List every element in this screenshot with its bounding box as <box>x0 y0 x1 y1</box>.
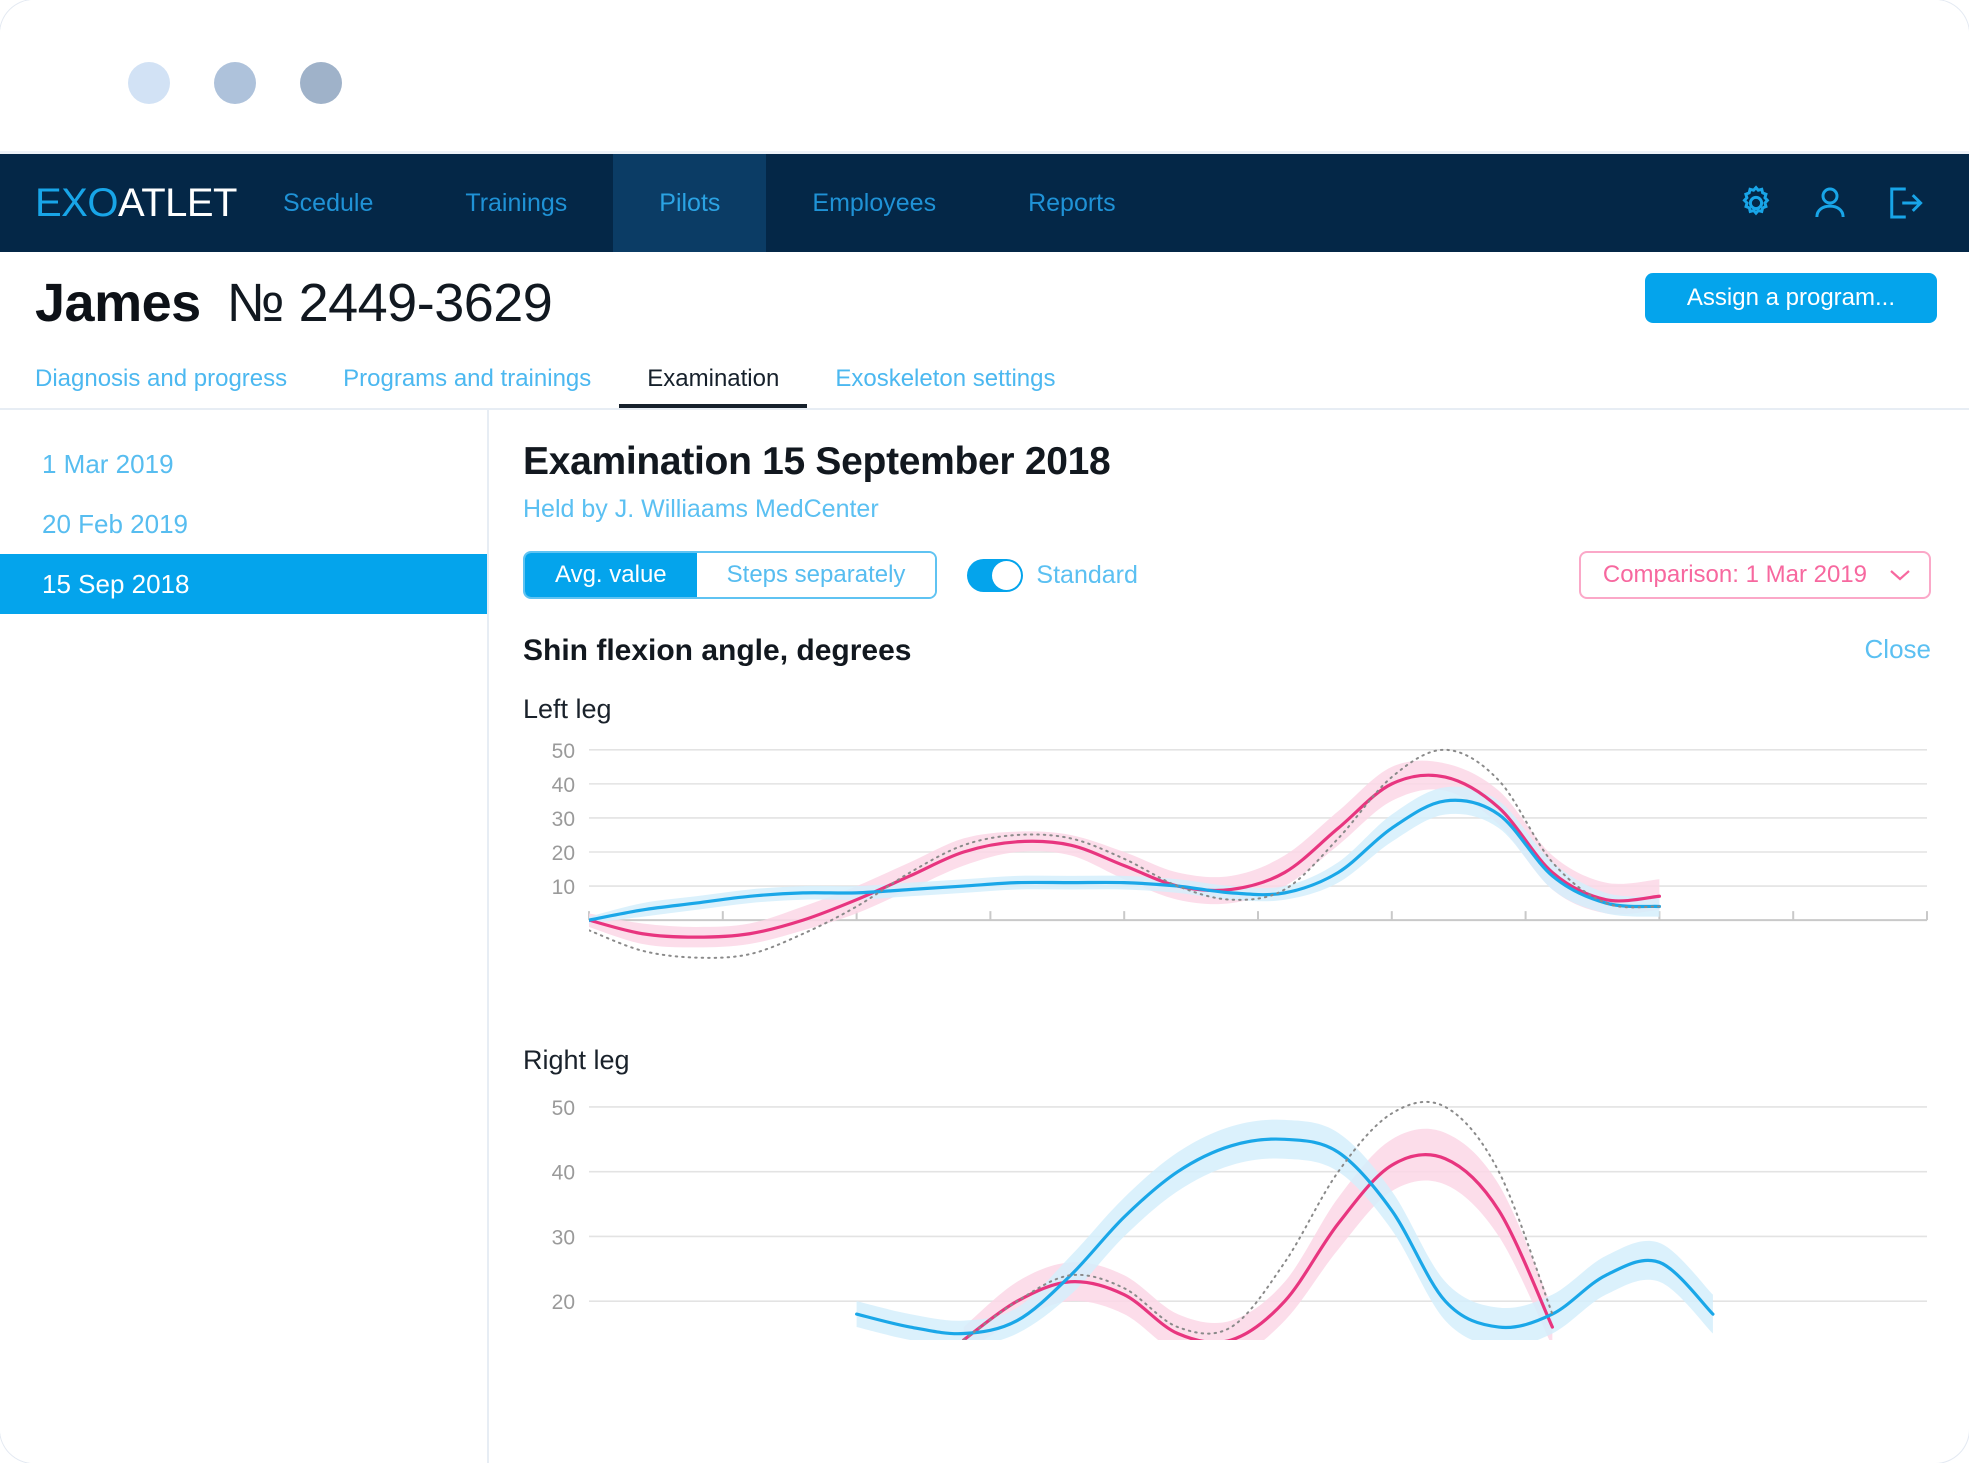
comparison-dropdown[interactable]: Comparison: 1 Mar 2019 <box>1578 551 1931 599</box>
patient-subtabs: Diagnosis and progress Programs and trai… <box>0 353 1969 408</box>
svg-text:20: 20 <box>552 842 575 865</box>
close-chart-link[interactable]: Close <box>1865 634 1931 665</box>
sidebar-item-1-mar-2019[interactable]: 1 Mar 2019 <box>0 434 487 494</box>
svg-text:30: 30 <box>552 1226 575 1249</box>
chart-controls: Avg. value Steps separately Standard Com… <box>523 551 1969 599</box>
logo-exo-text: EXO <box>35 180 118 225</box>
top-navigation-bar: EXO ATLET Scedule Trainings Pilots Employ… <box>0 154 1969 252</box>
nav-items: Scedule Trainings Pilots Employees Repor… <box>237 154 1162 252</box>
nav-item-employees[interactable]: Employees <box>766 154 982 252</box>
patient-header: James № 2449-3629 Assign a program... <box>0 252 1969 353</box>
window-dot-2-icon[interactable] <box>214 62 256 104</box>
svg-text:40: 40 <box>552 774 575 797</box>
svg-text:30: 30 <box>552 808 575 831</box>
standard-toggle-label: Standard <box>1036 560 1138 589</box>
window-dot-1-icon[interactable] <box>128 62 170 104</box>
window-controls <box>128 62 342 104</box>
examination-panel: Examination 15 September 2018 Held by J.… <box>489 410 1969 1463</box>
right-leg-chart-svg: 20 30 40 50 <box>552 1097 1927 1340</box>
examination-title: Examination 15 September 2018 <box>523 440 1111 483</box>
patient-id: № 2449-3629 <box>226 272 553 333</box>
toggle-knob <box>992 560 1022 590</box>
value-mode-segmented-control: Avg. value Steps separately <box>523 551 938 599</box>
chevron-down-icon <box>1889 568 1911 582</box>
svg-text:50: 50 <box>552 740 575 763</box>
browser-chrome <box>0 0 1969 154</box>
sidebar-item-15-sep-2018[interactable]: 15 Sep 2018 <box>0 554 487 614</box>
page-title: James <box>35 272 201 333</box>
nav-item-reports[interactable]: Reports <box>982 154 1162 252</box>
nav-item-pilots[interactable]: Pilots <box>613 154 767 252</box>
chart-title: Shin flexion angle, degrees <box>523 634 912 667</box>
standard-toggle[interactable] <box>967 558 1024 592</box>
left-leg-chart[interactable]: 10 20 30 40 50 <box>523 729 1935 1019</box>
window-dot-3-icon[interactable] <box>300 62 342 104</box>
svg-text:40: 40 <box>552 1162 575 1185</box>
chart-subtitle-left-leg: Left leg <box>523 694 612 724</box>
chart-header: Shin flexion angle, degrees Close <box>523 634 1969 668</box>
examination-date-sidebar: 1 Mar 2019 20 Feb 2019 15 Sep 2018 <box>0 410 489 1463</box>
logout-icon[interactable] <box>1883 182 1925 224</box>
left-leg-chart-svg: 10 20 30 40 50 <box>552 740 1928 959</box>
tab-diagnosis-and-progress[interactable]: Diagnosis and progress <box>35 365 315 408</box>
chart-subtitle-right-leg: Right leg <box>523 1045 630 1075</box>
nav-item-trainings[interactable]: Trainings <box>419 154 613 252</box>
segment-avg-value[interactable]: Avg. value <box>525 553 697 597</box>
app-logo[interactable]: EXO ATLET <box>0 154 238 252</box>
sidebar-item-20-feb-2019[interactable]: 20 Feb 2019 <box>0 494 487 554</box>
comparison-dropdown-label: Comparison: 1 Mar 2019 <box>1602 561 1867 588</box>
tab-programs-and-trainings[interactable]: Programs and trainings <box>315 365 619 408</box>
tab-examination[interactable]: Examination <box>619 365 808 408</box>
user-icon[interactable] <box>1809 182 1851 224</box>
assign-program-button[interactable]: Assign a program... <box>1644 273 1937 323</box>
logo-atlet-text: ATLET <box>117 180 238 225</box>
nav-icon-group <box>1735 154 1925 252</box>
gear-icon[interactable] <box>1735 182 1777 224</box>
content-area: 1 Mar 2019 20 Feb 2019 15 Sep 2018 Exami… <box>0 408 1969 1463</box>
examination-subtitle: Held by J. Williaams MedCenter <box>523 495 879 523</box>
right-leg-chart[interactable]: 20 30 40 50 <box>523 1080 1935 1340</box>
svg-text:50: 50 <box>552 1097 575 1120</box>
svg-text:20: 20 <box>552 1291 575 1314</box>
nav-item-scedule[interactable]: Scedule <box>237 154 419 252</box>
svg-text:10: 10 <box>552 876 575 899</box>
standard-toggle-group: Standard <box>967 558 1138 592</box>
tab-exoskeleton-settings[interactable]: Exoskeleton settings <box>807 365 1083 408</box>
segment-steps-separately[interactable]: Steps separately <box>696 553 936 597</box>
browser-window: EXO ATLET Scedule Trainings Pilots Employ… <box>0 0 1969 1463</box>
